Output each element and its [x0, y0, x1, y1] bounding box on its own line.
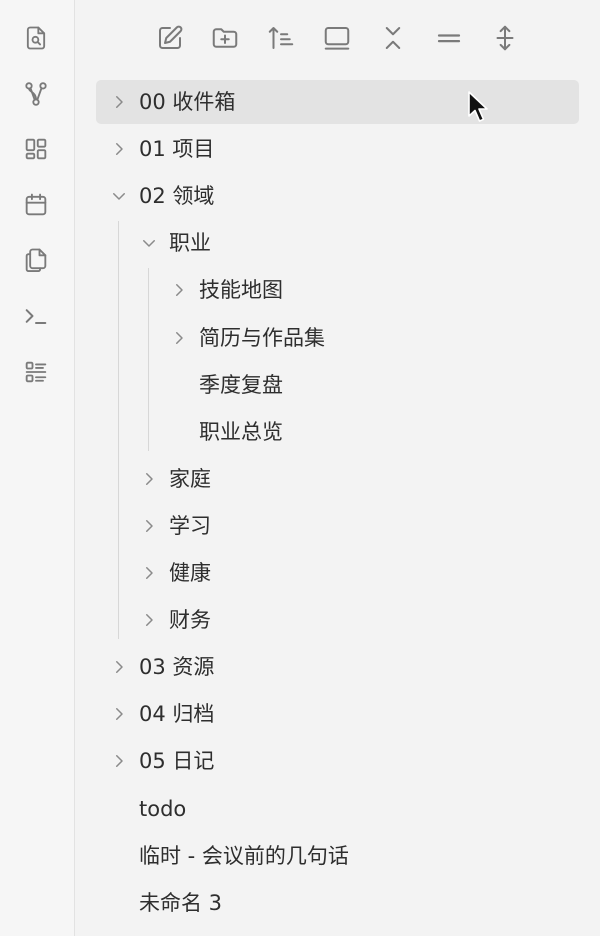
tree-file[interactable]: 职业总览: [96, 410, 579, 454]
chevron-right-icon[interactable]: [138, 468, 160, 490]
list-icon[interactable]: [19, 355, 53, 389]
chevron-right-icon[interactable]: [168, 327, 190, 349]
copy-icon[interactable]: [19, 243, 53, 277]
tree-item-label: 简历与作品集: [199, 325, 325, 350]
terminal-icon[interactable]: [19, 299, 53, 333]
chevron-right-icon[interactable]: [108, 138, 130, 160]
tree-item-label: 临时 - 会议前的几句话: [139, 843, 349, 868]
mouse-cursor-icon: [468, 91, 488, 122]
tree-folder[interactable]: 健康: [96, 551, 579, 595]
tree-file[interactable]: 未命名 3: [96, 881, 579, 925]
grid-icon[interactable]: [19, 132, 53, 166]
expand-vertical-icon[interactable]: [488, 21, 522, 55]
tree-folder[interactable]: 学习: [96, 504, 579, 548]
tree-folder[interactable]: 职业: [96, 221, 579, 265]
graph-icon[interactable]: [19, 77, 53, 111]
calendar-icon[interactable]: [19, 188, 53, 222]
file-search-icon[interactable]: [19, 21, 53, 55]
tree-file[interactable]: 临时 - 会议前的几句话: [96, 834, 579, 878]
new-folder-icon[interactable]: [208, 21, 242, 55]
tree-folder[interactable]: 04 归档: [96, 692, 579, 736]
tree-item-label: 04 归档: [139, 702, 215, 727]
chevron-right-icon[interactable]: [108, 91, 130, 113]
tree-folder[interactable]: 01 项目: [96, 127, 579, 171]
chevron-right-icon[interactable]: [108, 656, 130, 678]
new-note-icon[interactable]: [153, 21, 187, 55]
tree-file[interactable]: 季度复盘: [96, 363, 579, 407]
tree-item-label: 季度复盘: [199, 372, 283, 397]
tree-item-label: 职业: [169, 231, 211, 256]
tree-item-label: 职业总览: [199, 419, 283, 444]
chevron-right-icon[interactable]: [138, 515, 160, 537]
tree-item-label: 家庭: [169, 466, 211, 491]
chevron-right-icon[interactable]: [138, 609, 160, 631]
chevron-right-icon[interactable]: [108, 703, 130, 725]
tree-item-label: 02 领域: [139, 184, 215, 209]
tree-item-label: 技能地图: [199, 278, 283, 303]
indent-guide: [148, 268, 149, 451]
tree-folder[interactable]: 家庭: [96, 457, 579, 501]
tree-item-label: 未命名 3: [139, 890, 223, 915]
tree-folder[interactable]: 05 日记: [96, 739, 579, 783]
chevron-right-icon[interactable]: [138, 562, 160, 584]
tree-folder[interactable]: 00 收件箱: [96, 80, 579, 124]
auto-reveal-icon[interactable]: [320, 21, 354, 55]
tree-folder[interactable]: 03 资源: [96, 645, 579, 689]
tree-item-label: 健康: [169, 561, 211, 585]
tree-folder[interactable]: 技能地图: [96, 268, 579, 312]
sort-icon[interactable]: [264, 21, 298, 55]
chevron-down-icon[interactable]: [108, 185, 130, 207]
tree-item-label: 学习: [169, 513, 211, 538]
tree-item-label: 03 资源: [139, 655, 215, 680]
collapse-all-icon[interactable]: [376, 21, 410, 55]
tree-folder[interactable]: 财务: [96, 598, 579, 642]
tree-item-label: 01 项目: [139, 137, 215, 162]
file-explorer-window: 00 收件箱 01 项目 02 领域职业技能地图简历与作品集 季度复盘职业总览家庭学习…: [0, 0, 600, 936]
indent-guide: [118, 221, 119, 640]
tree-folder[interactable]: 02 领域: [96, 174, 579, 218]
tree-item-label: todo: [139, 796, 187, 821]
tree-item-label: 财务: [169, 608, 211, 633]
tree-file[interactable]: todo: [96, 787, 579, 831]
tree-folder[interactable]: 简历与作品集: [96, 316, 579, 360]
tree-item-label: 00 收件箱: [139, 90, 236, 114]
chevron-down-icon[interactable]: [138, 232, 160, 254]
equal-icon[interactable]: [432, 21, 466, 55]
left-ribbon: [0, 0, 75, 936]
chevron-right-icon[interactable]: [108, 750, 130, 772]
chevron-right-icon[interactable]: [168, 279, 190, 301]
tree-item-label: 05 日记: [139, 749, 215, 774]
